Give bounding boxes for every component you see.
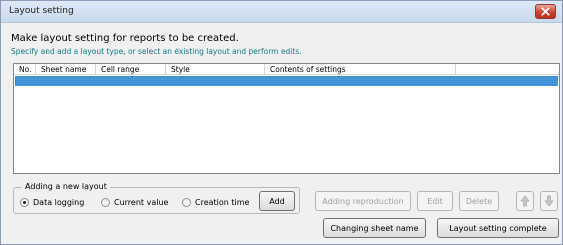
radio-indicator[interactable] [182, 198, 191, 207]
window-title: Layout setting [9, 6, 74, 16]
layout-setting-complete-button[interactable]: Layout setting complete [437, 218, 559, 238]
column-header-contents[interactable]: Contents of settings [265, 64, 456, 75]
changing-sheet-name-button[interactable]: Changing sheet name [323, 218, 426, 238]
column-header-cell-range[interactable]: Cell range [96, 64, 166, 75]
arrow-down-icon [544, 195, 554, 207]
radio-indicator[interactable] [101, 198, 110, 207]
column-header-sheet-name[interactable]: Sheet name [36, 64, 96, 75]
radio-label-creation-time: Creation time [195, 198, 250, 207]
close-icon [541, 7, 550, 16]
layout-list[interactable]: No. Sheet name Cell range Style Contents… [13, 63, 560, 174]
arrow-up-icon [520, 195, 530, 207]
dialog-heading: Make layout setting for reports to be cr… [11, 33, 239, 44]
dialog-instructions: Specify and add a layout type, or select… [11, 47, 302, 56]
table-row-selected[interactable] [15, 76, 558, 86]
radio-current-value[interactable]: Current value [101, 198, 168, 207]
add-button[interactable]: Add [259, 191, 295, 211]
edit-button[interactable]: Edit [417, 191, 453, 211]
adding-reproduction-button[interactable]: Adding reproduction [315, 191, 411, 211]
layout-list-header: No. Sheet name Cell range Style Contents… [14, 64, 559, 75]
title-bar[interactable]: Layout setting [1, 1, 562, 23]
new-layout-group-label: Adding a new layout [22, 182, 110, 191]
radio-creation-time[interactable]: Creation time [182, 198, 249, 207]
delete-button[interactable]: Delete [459, 191, 499, 211]
radio-indicator-selected[interactable] [20, 198, 29, 207]
column-header-style[interactable]: Style [166, 64, 265, 75]
new-layout-group: Adding a new layout Data logging Current… [13, 182, 300, 214]
radio-label-current-value: Current value [114, 198, 169, 207]
column-header-no[interactable]: No. [14, 64, 36, 75]
close-button[interactable] [535, 4, 556, 19]
radio-label-data-logging: Data logging [33, 198, 85, 207]
move-down-button[interactable] [540, 191, 558, 211]
radio-data-logging[interactable]: Data logging [20, 198, 84, 207]
layout-setting-dialog: Layout setting Make layout setting for r… [0, 0, 563, 245]
move-up-button[interactable] [516, 191, 534, 211]
